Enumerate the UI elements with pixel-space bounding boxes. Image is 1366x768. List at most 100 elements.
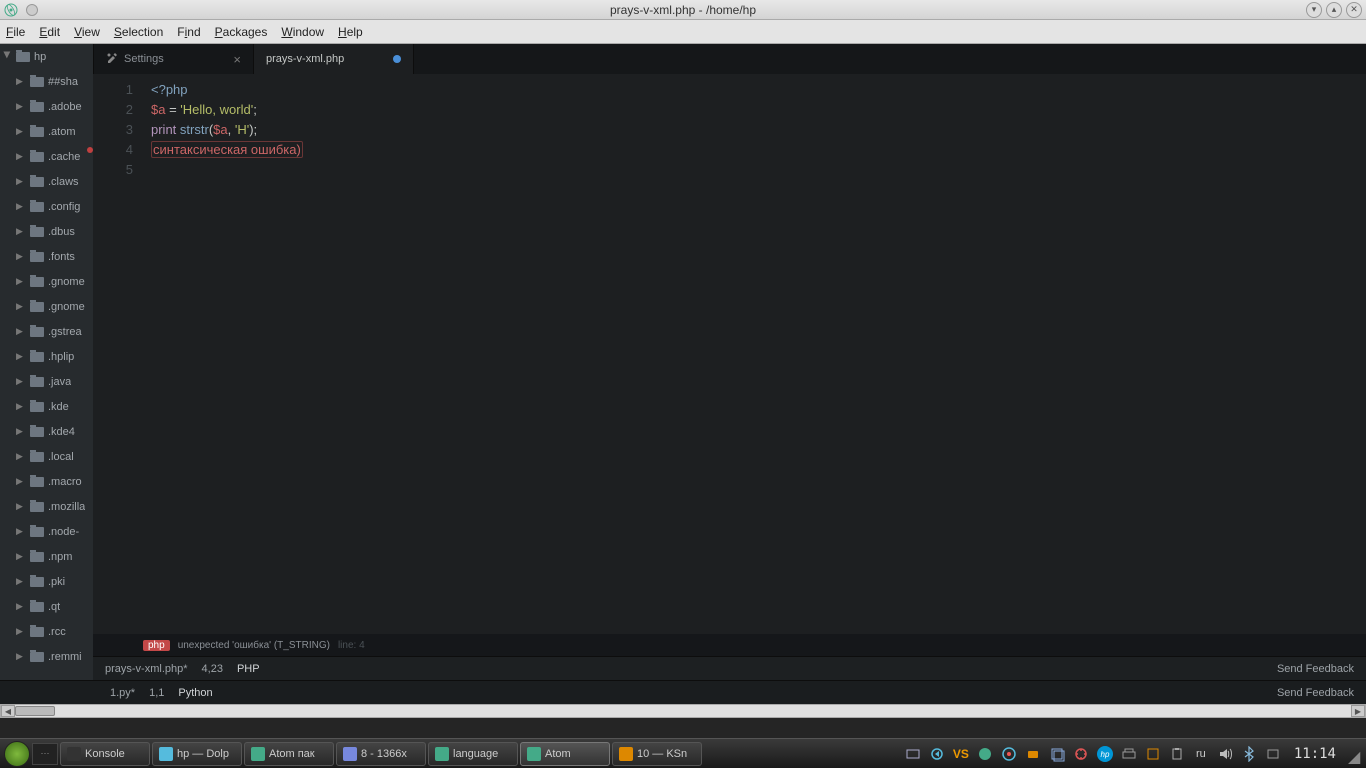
- status-cursor-pos-2[interactable]: 1,1: [149, 687, 164, 699]
- chevron-right-icon: ▶: [16, 501, 26, 512]
- chevron-right-icon: ▶: [16, 376, 26, 387]
- tray-icon[interactable]: [1144, 745, 1162, 763]
- chevron-right-icon: ▶: [16, 151, 26, 162]
- tree-folder[interactable]: ▶##sha: [0, 69, 93, 94]
- code-content[interactable]: <?php $a = 'Hello, world'; print strstr(…: [143, 74, 1366, 634]
- tree-folder-label: .fonts: [48, 251, 75, 263]
- taskbar-task[interactable]: Konsole: [60, 742, 150, 766]
- task-label: hp — Dolp: [177, 748, 229, 760]
- tree-folder[interactable]: ▶.gnome: [0, 294, 93, 319]
- chevron-right-icon: ▶: [16, 76, 26, 87]
- send-feedback-link[interactable]: Send Feedback: [1277, 663, 1354, 675]
- scroll-right-button[interactable]: ▶: [1351, 705, 1365, 717]
- tree-folder[interactable]: ▶.macro: [0, 469, 93, 494]
- tray-icon[interactable]: [976, 745, 994, 763]
- chevron-right-icon: ▶: [16, 451, 26, 462]
- clock[interactable]: 11:14: [1288, 746, 1342, 762]
- menu-window[interactable]: Window: [281, 25, 324, 39]
- tray-icon[interactable]: [1120, 745, 1138, 763]
- menu-file[interactable]: File: [6, 25, 25, 39]
- titlebar: prays-v-xml.php - /home/hp ▾ ▴ ✕: [0, 0, 1366, 20]
- tree-folder-label: .macro: [48, 476, 82, 488]
- panel-menu-icon[interactable]: ◢: [1348, 747, 1362, 761]
- tree-folder[interactable]: ▶ .cache: [0, 144, 93, 169]
- tray-icon[interactable]: [1024, 745, 1042, 763]
- tree-folder[interactable]: ▶.rcc: [0, 619, 93, 644]
- scroll-track[interactable]: [15, 705, 1351, 717]
- taskbar-task[interactable]: Atom пак: [244, 742, 334, 766]
- code-editor[interactable]: 1 2 3 4 5 <?php $a = 'Hello, world'; pri…: [93, 74, 1366, 634]
- tray-icon[interactable]: [1048, 745, 1066, 763]
- tree-folder[interactable]: ▶.mozilla: [0, 494, 93, 519]
- tab-file[interactable]: prays-v-xml.php: [254, 44, 414, 74]
- tree-folder-label: .cache: [48, 151, 80, 163]
- pager[interactable]: ⋯: [32, 743, 58, 765]
- status-language[interactable]: PHP: [237, 663, 260, 675]
- tab-settings[interactable]: Settings ×: [94, 44, 254, 74]
- task-icon: [159, 747, 173, 761]
- tree-folder[interactable]: ▶.claws: [0, 169, 93, 194]
- task-icon: [619, 747, 633, 761]
- scroll-left-button[interactable]: ◀: [1, 705, 15, 717]
- tree-folder[interactable]: ▶.gstrea: [0, 319, 93, 344]
- tree-folder[interactable]: ▶.kde: [0, 394, 93, 419]
- tree-folder[interactable]: ▶.hplip: [0, 344, 93, 369]
- tree-folder[interactable]: ▶.node-: [0, 519, 93, 544]
- status-filename[interactable]: prays-v-xml.php*: [105, 663, 188, 675]
- tree-folder[interactable]: ▶.dbus: [0, 219, 93, 244]
- close-button[interactable]: ✕: [1346, 2, 1362, 18]
- tree-view[interactable]: ▶ hp ▶##sha▶.adobe▶.atom▶.cache▶.claws▶.…: [0, 44, 93, 680]
- send-feedback-link-2[interactable]: Send Feedback: [1277, 687, 1354, 699]
- taskbar-task[interactable]: 8 - 1366x: [336, 742, 426, 766]
- menu-edit[interactable]: Edit: [39, 25, 60, 39]
- start-button[interactable]: [4, 741, 30, 767]
- tree-folder-label: .gstrea: [48, 326, 82, 338]
- tree-folder[interactable]: ▶.fonts: [0, 244, 93, 269]
- taskbar-task[interactable]: Atom: [520, 742, 610, 766]
- status-language-2[interactable]: Python: [178, 687, 212, 699]
- tree-folder[interactable]: ▶.atom: [0, 119, 93, 144]
- keyboard-layout[interactable]: ru: [1192, 745, 1210, 763]
- tree-folder[interactable]: ▶.local: [0, 444, 93, 469]
- close-icon[interactable]: ×: [233, 52, 241, 67]
- clipboard-icon[interactable]: [1168, 745, 1186, 763]
- taskbar-task[interactable]: hp — Dolp: [152, 742, 242, 766]
- status-cursor-pos[interactable]: 4,23: [202, 663, 223, 675]
- volume-icon[interactable]: [1216, 745, 1234, 763]
- bluetooth-icon[interactable]: [1240, 745, 1258, 763]
- tray-icon[interactable]: [1072, 745, 1090, 763]
- status-bar-lower: 1.py* 1,1 Python Send Feedback: [0, 680, 1366, 704]
- taskbar-task[interactable]: 10 — KSn: [612, 742, 702, 766]
- menu-selection[interactable]: Selection: [114, 25, 163, 39]
- folder-icon: [30, 452, 44, 462]
- menu-help[interactable]: Help: [338, 25, 363, 39]
- menu-view[interactable]: View: [74, 25, 100, 39]
- scroll-thumb[interactable]: [15, 706, 55, 716]
- taskbar-task[interactable]: language: [428, 742, 518, 766]
- hp-icon[interactable]: hp: [1096, 745, 1114, 763]
- tray-icon[interactable]: [1264, 745, 1282, 763]
- tree-folder[interactable]: ▶.kde4: [0, 419, 93, 444]
- tree-folder[interactable]: ▶.adobe: [0, 94, 93, 119]
- tree-root[interactable]: ▶ hp: [0, 44, 93, 69]
- tree-folder[interactable]: ▶.pki: [0, 569, 93, 594]
- maximize-button[interactable]: ▴: [1326, 2, 1342, 18]
- tray-icon[interactable]: [1000, 745, 1018, 763]
- horizontal-scrollbar[interactable]: ◀ ▶: [0, 704, 1366, 718]
- status-filename-2[interactable]: 1.py*: [110, 687, 135, 699]
- tree-folder[interactable]: ▶.npm: [0, 544, 93, 569]
- tree-folder[interactable]: ▶.qt: [0, 594, 93, 619]
- tray-icon[interactable]: [904, 745, 922, 763]
- chevron-right-icon: ▶: [16, 126, 26, 137]
- tree-folder[interactable]: ▶.remmi: [0, 644, 93, 669]
- tree-folder[interactable]: ▶.java: [0, 369, 93, 394]
- tray-icon[interactable]: VS: [952, 745, 970, 763]
- tree-folder[interactable]: ▶.gnome: [0, 269, 93, 294]
- menu-packages[interactable]: Packages: [215, 25, 268, 39]
- tree-folder[interactable]: ▶.config: [0, 194, 93, 219]
- tray-icon[interactable]: [928, 745, 946, 763]
- tab-file-label: prays-v-xml.php: [266, 53, 344, 65]
- folder-icon: [30, 527, 44, 537]
- minimize-button[interactable]: ▾: [1306, 2, 1322, 18]
- menu-find[interactable]: Find: [177, 25, 200, 39]
